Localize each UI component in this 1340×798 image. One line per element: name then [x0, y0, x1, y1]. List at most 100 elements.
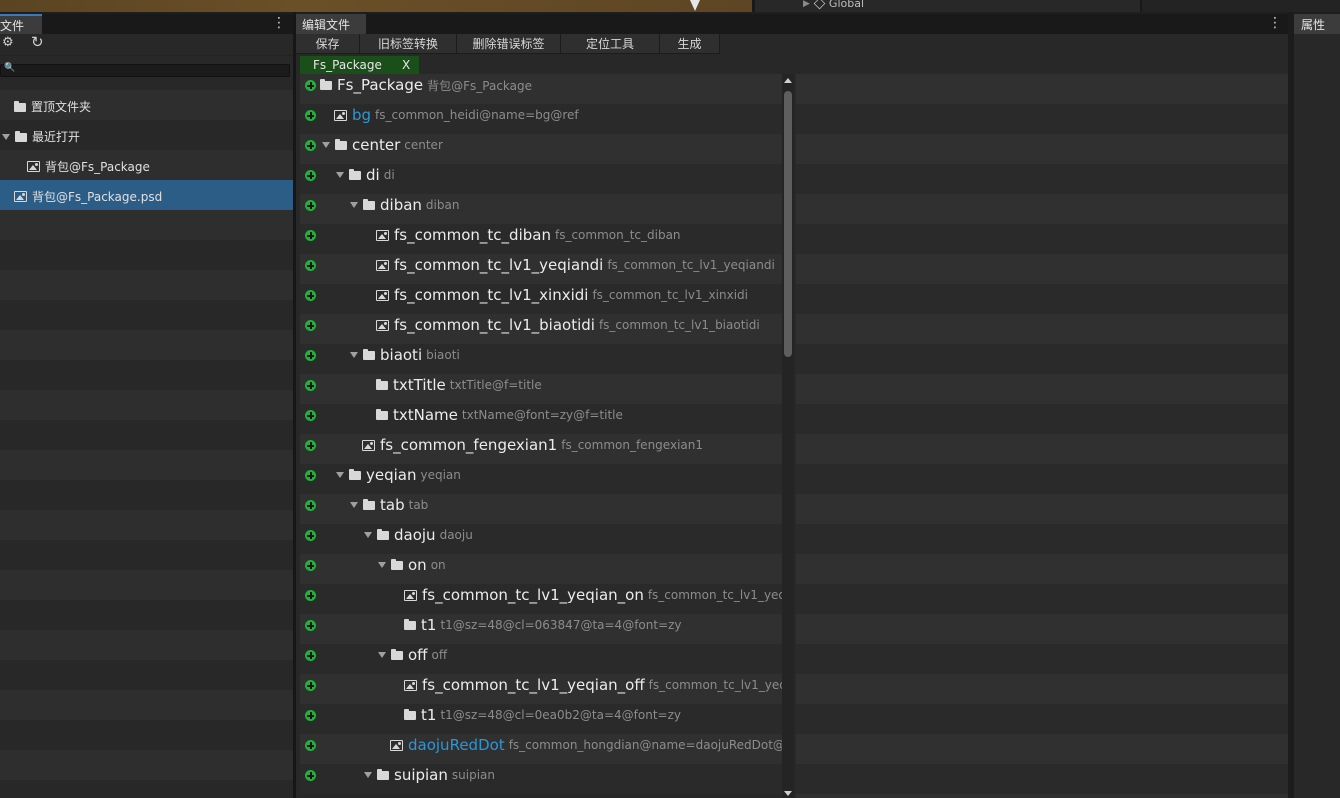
add-tag-icon[interactable] — [305, 560, 316, 571]
hierarchy-global-label: Global — [828, 0, 865, 10]
tree-row[interactable]: fs_common_tc_diban fs_common_tc_diban — [300, 224, 794, 254]
tree-row[interactable]: yeqian yeqian — [300, 464, 794, 494]
expand-arrow-icon[interactable] — [350, 502, 358, 508]
refresh-icon[interactable]: ↻ — [31, 33, 44, 51]
tree-row[interactable]: fs_common_fengexian1 fs_common_fengexian1 — [300, 434, 794, 464]
scroll-down-icon[interactable] — [784, 791, 792, 796]
add-tag-icon[interactable] — [305, 230, 316, 241]
add-tag-icon[interactable] — [305, 590, 316, 601]
layer-tag: fs_common_tc_lv1_yeqia — [648, 678, 794, 692]
add-tag-icon[interactable] — [305, 680, 316, 691]
layer-tag: diban — [425, 198, 460, 212]
gear-icon[interactable]: ⚙ — [2, 35, 14, 50]
add-tag-icon[interactable] — [305, 440, 316, 451]
property-row — [796, 134, 1288, 164]
add-tag-icon[interactable] — [305, 530, 316, 541]
layer-name: fs_common_fengexian1 — [380, 436, 558, 454]
add-tag-icon[interactable] — [305, 650, 316, 661]
add-tag-icon[interactable] — [305, 620, 316, 631]
empty-list-row — [0, 510, 293, 540]
close-tab-button[interactable]: X — [402, 58, 410, 72]
expand-arrow-icon[interactable] — [378, 652, 386, 658]
add-tag-icon[interactable] — [305, 770, 316, 781]
expand-arrow-icon[interactable] — [350, 352, 358, 358]
add-tag-icon[interactable] — [305, 170, 316, 181]
tab-properties[interactable]: 属性 — [1294, 14, 1340, 34]
file-list-item[interactable]: 置顶文件夹 — [0, 90, 293, 120]
tree-row[interactable]: fs_common_tc_lv1_yeqian_on fs_common_tc_l… — [300, 584, 794, 614]
file-list-item[interactable]: 背包@Fs_Package — [0, 150, 293, 180]
file-list-item[interactable]: 最近打开 — [0, 120, 293, 150]
tree-row[interactable]: bg fs_common_heidi@name=bg@ref — [300, 104, 794, 134]
tree-row[interactable]: t1 t1@sz=48@cl=0ea0b2@ta=4@font=zy — [300, 704, 794, 734]
tree-row[interactable]: diban diban — [300, 194, 794, 224]
tree-scrollbar[interactable] — [782, 74, 794, 798]
expand-arrow-icon[interactable] — [364, 772, 372, 778]
tree-row-content: daoju daoju — [364, 526, 473, 544]
panel-menu-icon[interactable]: ⋮ — [1268, 15, 1282, 31]
tree-row[interactable]: fs_common_tc_lv1_yeqian_off fs_common_tc_… — [300, 674, 794, 704]
tree-row[interactable]: biaoti biaoti — [300, 344, 794, 374]
expand-arrow-icon[interactable] — [364, 532, 372, 538]
add-tag-icon[interactable] — [305, 710, 316, 721]
folder-icon — [404, 619, 416, 630]
expand-arrow-icon[interactable] — [378, 562, 386, 568]
expand-arrow-icon[interactable] — [336, 472, 344, 478]
add-tag-icon[interactable] — [305, 200, 316, 211]
add-tag-icon[interactable] — [305, 80, 316, 91]
save-button[interactable]: 保存 — [296, 34, 360, 54]
add-tag-icon[interactable] — [305, 350, 316, 361]
add-tag-icon[interactable] — [305, 260, 316, 271]
tab-edit-file[interactable]: 编辑文件 — [296, 14, 366, 34]
tree-row[interactable]: off off — [300, 644, 794, 674]
tree-row[interactable]: daoju daoju — [300, 524, 794, 554]
add-tag-icon[interactable] — [305, 470, 316, 481]
tree-row[interactable]: t1 t1@sz=48@cl=063847@ta=4@font=zy — [300, 614, 794, 644]
tree-row[interactable]: di di — [300, 164, 794, 194]
tree-row[interactable]: daojuRedDot fs_common_hongdian@name=daoju… — [300, 734, 794, 764]
add-tag-icon[interactable] — [305, 140, 316, 151]
delete-error-tags-button[interactable]: 删除错误标签 — [457, 34, 561, 54]
add-tag-icon[interactable] — [305, 500, 316, 511]
expand-arrow-icon[interactable] — [336, 172, 344, 178]
search-icon: 🔍 — [4, 63, 16, 73]
search-input[interactable]: 🔍 — [0, 63, 290, 77]
tree-row[interactable]: fs_common_tc_lv1_biaotidi fs_common_tc_lv… — [300, 314, 794, 344]
add-tag-icon[interactable] — [305, 740, 316, 751]
add-tag-icon[interactable] — [305, 410, 316, 421]
image-icon — [362, 439, 375, 451]
generate-button[interactable]: 生成 — [660, 34, 720, 54]
add-tag-icon[interactable] — [305, 320, 316, 331]
scrollbar-thumb[interactable] — [784, 91, 792, 357]
file-list-item[interactable]: 背包@Fs_Package.psd — [0, 180, 293, 210]
tree-row[interactable]: tab tab — [300, 494, 794, 524]
expand-arrow-icon[interactable] — [2, 133, 10, 140]
expand-arrow-icon[interactable] — [350, 202, 358, 208]
tree-row[interactable]: on on — [300, 554, 794, 584]
tree-row[interactable]: fs_common_tc_lv1_yeqiandi fs_common_tc_lv… — [300, 254, 794, 284]
expand-arrow-icon[interactable]: ▶ — [803, 0, 810, 9]
tree-row[interactable]: fs_common_tc_lv1_xinxidi fs_common_tc_lv1… — [300, 284, 794, 314]
tree-row[interactable]: txtTitle txtTitle@f=title — [300, 374, 794, 404]
tree-row[interactable]: center center — [300, 134, 794, 164]
locate-tool-button[interactable]: 定位工具 — [561, 34, 660, 54]
scroll-up-icon[interactable] — [784, 78, 792, 83]
tree-row[interactable]: Fs_Package 背包@Fs_Package — [300, 74, 794, 104]
convert-old-tags-button[interactable]: 旧标签转换 — [360, 34, 457, 54]
empty-list-row — [0, 480, 293, 510]
add-tag-icon[interactable] — [305, 290, 316, 301]
layer-name: fs_common_tc_lv1_xinxidi — [394, 286, 589, 304]
inspector-tabbar: 属性 — [1294, 14, 1340, 34]
tree-row[interactable]: suipian suipian — [300, 764, 794, 794]
add-tag-icon[interactable] — [305, 380, 316, 391]
folder-icon — [14, 100, 26, 112]
tab-files[interactable]: 文件 — [0, 14, 42, 34]
tree-row[interactable]: txtName txtName@font=zy@f=title — [300, 404, 794, 434]
tree-row-content: Fs_Package 背包@Fs_Package — [320, 76, 532, 94]
hierarchy-row-global[interactable]: ▶ Global — [803, 0, 864, 10]
panel-menu-icon[interactable]: ⋮ — [272, 15, 286, 31]
expand-arrow-icon[interactable] — [322, 142, 330, 148]
layer-name: suipian — [394, 766, 448, 784]
file-tab-fs-package[interactable]: Fs_Package X — [300, 56, 419, 75]
add-tag-icon[interactable] — [305, 110, 316, 121]
